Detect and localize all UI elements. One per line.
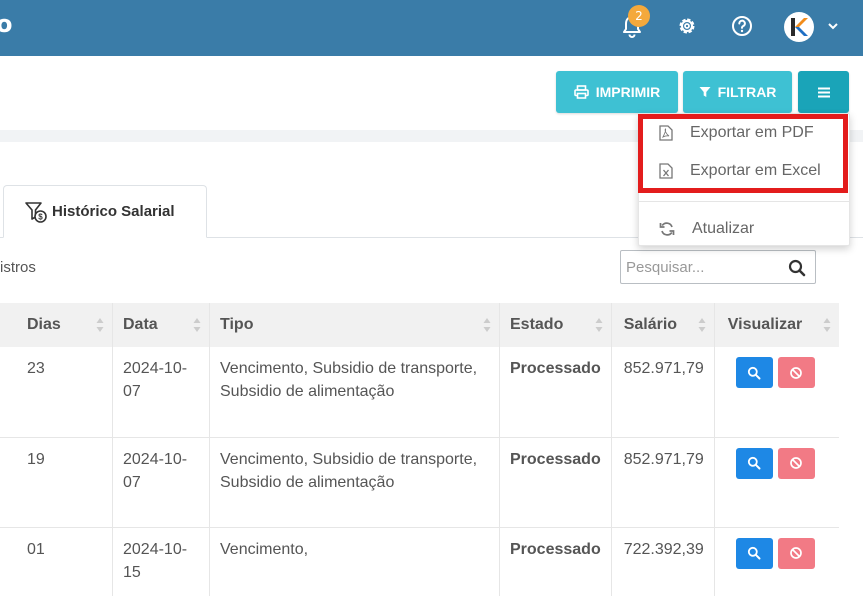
search-input[interactable]	[621, 258, 781, 276]
view-button[interactable]	[735, 537, 773, 569]
menu-button[interactable]	[798, 71, 849, 113]
cell-estado: Processado	[499, 527, 612, 596]
cancel-icon	[790, 547, 803, 559]
cell-tipo: Vencimento, Subsidio de transporte, Subs…	[209, 347, 500, 438]
cell-data: 2024-10-15	[112, 527, 210, 596]
cell-estado: Processado	[499, 437, 612, 528]
cell-data: 2024-10-07	[112, 347, 210, 438]
print-label: IMPRIMIR	[595, 84, 661, 100]
refresh-icon	[659, 222, 675, 236]
chevron-down-icon[interactable]	[826, 18, 840, 32]
cancel-icon	[790, 457, 803, 469]
column-header-estado[interactable]: Estado	[499, 303, 612, 347]
excel-file-icon	[659, 163, 673, 179]
salary-table: Dias Data Tipo Estado Salário Visualizar	[0, 303, 840, 596]
sort-icon	[483, 318, 491, 332]
top-bar: o 2	[0, 0, 863, 56]
column-header-data[interactable]: Data	[112, 303, 210, 347]
tab-historico-salarial[interactable]: $ Histórico Salarial	[3, 185, 207, 238]
avatar[interactable]	[784, 12, 814, 42]
records-info: istros	[0, 259, 36, 276]
sort-icon	[595, 318, 603, 332]
sort-icon	[698, 318, 706, 332]
search-icon	[748, 546, 761, 560]
svg-text:$: $	[38, 212, 43, 221]
cell-tipo: Vencimento, Subsidio de transporte, Subs…	[209, 437, 500, 528]
pdf-file-icon	[659, 125, 673, 141]
cell-actions	[714, 347, 840, 438]
filter-icon	[699, 87, 711, 97]
cancel-button[interactable]	[777, 537, 815, 569]
cell-dias: 01	[0, 527, 113, 596]
export-dropdown: Exportar em PDF Exportar em Excel Atuali…	[638, 113, 850, 246]
cell-dias: 19	[0, 437, 113, 528]
menu-item-label: Exportar em PDF	[690, 124, 814, 141]
column-header-tipo[interactable]: Tipo	[209, 303, 500, 347]
cell-salario: 852.971,79	[611, 347, 715, 438]
view-button[interactable]	[735, 447, 773, 479]
filter-button[interactable]: FILTRAR	[683, 71, 792, 113]
sort-icon	[193, 318, 201, 332]
menu-item-refresh[interactable]: Atualizar	[639, 211, 849, 247]
k-logo-icon	[791, 18, 808, 36]
search-icon	[748, 456, 761, 470]
cancel-button[interactable]	[777, 357, 815, 388]
cell-estado: Processado	[499, 347, 612, 438]
brand-name[interactable]: o	[0, 10, 13, 38]
column-header-visualizar[interactable]: Visualizar	[714, 303, 840, 347]
cell-salario: 722.392,39	[611, 527, 715, 596]
tab-label: Histórico Salarial	[52, 203, 175, 220]
cancel-button[interactable]	[777, 447, 815, 479]
search-icon	[748, 366, 761, 379]
gear-icon[interactable]	[675, 14, 699, 38]
filter-label: FILTRAR	[717, 84, 777, 100]
search-icon[interactable]	[788, 259, 806, 277]
menu-item-export-excel[interactable]: Exportar em Excel	[639, 153, 849, 189]
sort-icon	[96, 318, 104, 332]
cell-salario: 852.971,79	[611, 437, 715, 528]
hamburger-icon	[817, 87, 830, 98]
print-button[interactable]: IMPRIMIR	[556, 71, 678, 113]
table-row: 23 2024-10-07 Vencimento, Subsidio de tr…	[0, 347, 840, 438]
view-button[interactable]	[735, 357, 773, 388]
cell-actions	[714, 437, 840, 528]
menu-item-label: Atualizar	[692, 220, 755, 237]
column-header-dias[interactable]: Dias	[0, 303, 113, 347]
notification-badge[interactable]: 2	[628, 5, 650, 27]
table-row: 01 2024-10-15 Vencimento, Processado 722…	[0, 527, 840, 596]
cancel-icon	[790, 366, 803, 379]
printer-icon	[573, 85, 589, 99]
menu-item-export-pdf[interactable]: Exportar em PDF	[639, 115, 849, 151]
sort-icon	[823, 318, 831, 332]
table-row: 19 2024-10-07 Vencimento, Subsidio de tr…	[0, 437, 840, 528]
cell-dias: 23	[0, 347, 113, 438]
salary-history-icon: $	[25, 201, 47, 223]
search-box[interactable]	[620, 250, 816, 284]
cell-data: 2024-10-07	[112, 437, 210, 528]
column-header-salario[interactable]: Salário	[611, 303, 715, 347]
menu-item-label: Exportar em Excel	[690, 162, 821, 179]
menu-divider	[639, 201, 849, 202]
help-icon[interactable]	[730, 14, 754, 38]
cell-tipo: Vencimento,	[209, 527, 500, 596]
cell-actions	[714, 527, 840, 596]
